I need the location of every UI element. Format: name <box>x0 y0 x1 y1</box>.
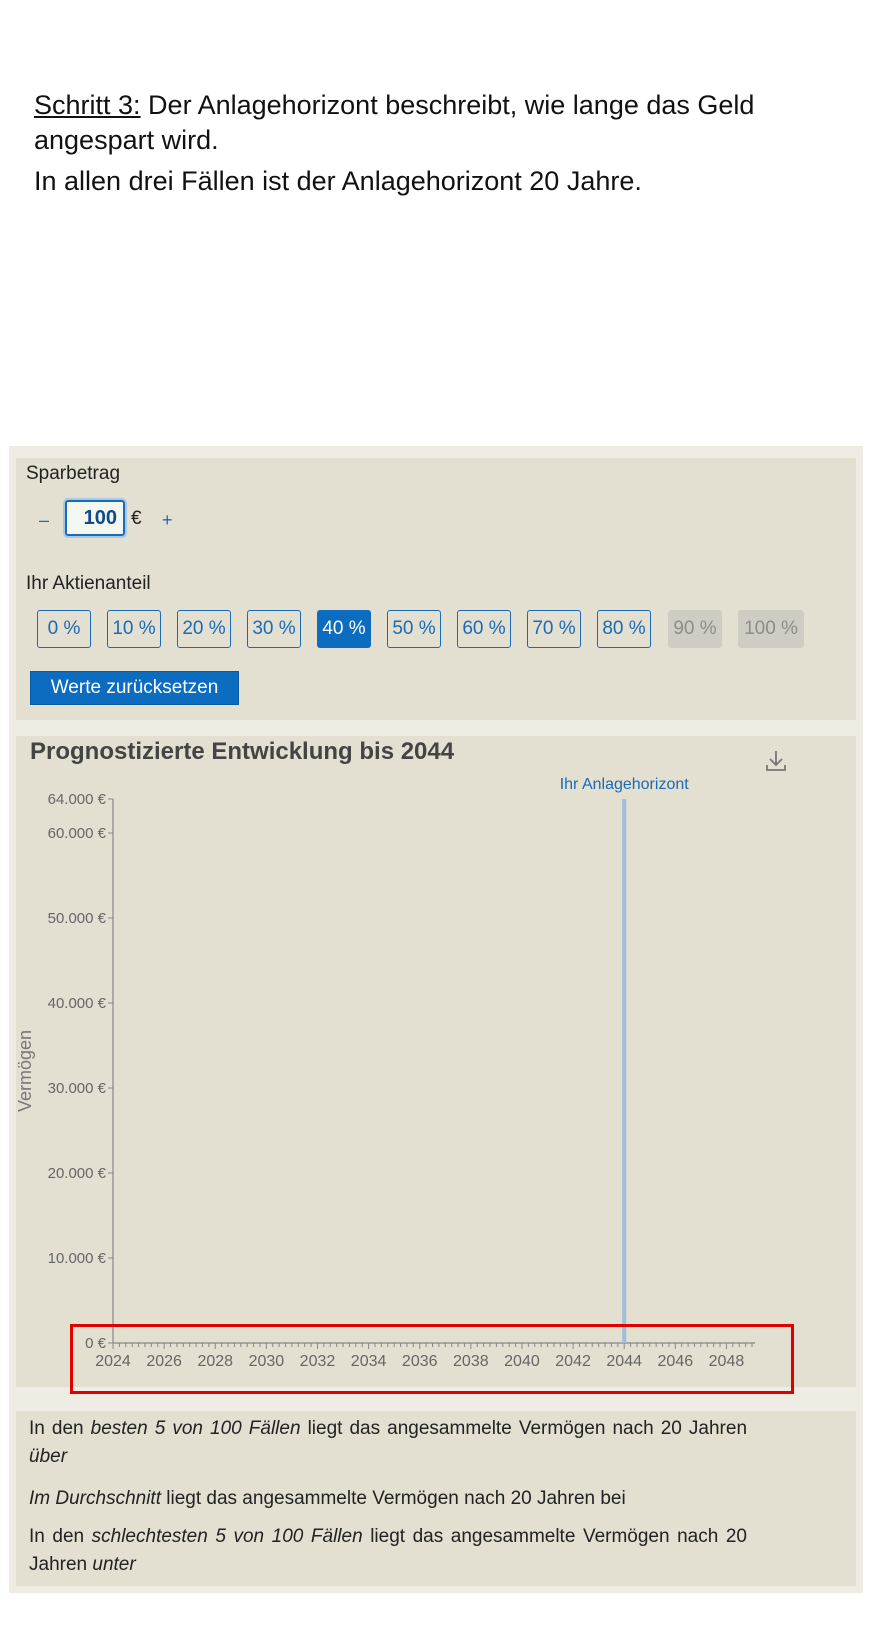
download-icon[interactable] <box>763 748 789 774</box>
chart-title: Prognostizierte Entwicklung bis 2044 <box>30 738 455 765</box>
chart-section <box>16 736 856 1387</box>
result-average-emphasis: Im Durchschnitt <box>29 1488 161 1509</box>
step-text: Der Anlagehorizont beschreibt, wie lange… <box>34 90 755 155</box>
share-option-60[interactable]: 60 % <box>457 610 511 648</box>
share-option-20[interactable]: 20 % <box>177 610 231 648</box>
intro-line-2: In allen drei Fällen ist der Anlagehoriz… <box>34 166 642 196</box>
result-best-emphasis: besten 5 von 100 Fällen <box>90 1418 301 1439</box>
step-label: Schritt 3: <box>34 90 141 120</box>
result-worst-end: unter <box>92 1554 136 1575</box>
share-option-80[interactable]: 80 % <box>597 610 651 648</box>
share-option-10[interactable]: 10 % <box>107 610 161 648</box>
increase-button[interactable]: + <box>162 510 173 531</box>
result-worst: In den schlechtesten 5 von 100 Fällen li… <box>29 1526 747 1575</box>
share-label: Ihr Aktienanteil <box>26 573 151 594</box>
share-option-40[interactable]: 40 % <box>317 610 371 648</box>
savings-amount-input[interactable]: 100 <box>63 498 127 538</box>
savings-label: Sparbetrag <box>26 463 121 484</box>
currency-symbol: € <box>131 508 142 529</box>
share-option-0[interactable]: 0 % <box>37 610 91 648</box>
share-option-30[interactable]: 30 % <box>247 610 301 648</box>
result-best-end: über <box>29 1446 68 1467</box>
share-option-70[interactable]: 70 % <box>527 610 581 648</box>
reset-button[interactable]: Werte zurücksetzen <box>30 671 239 705</box>
result-worst-emphasis: schlechtesten 5 von 100 Fällen <box>91 1526 363 1547</box>
share-option-100: 100 % <box>738 610 804 648</box>
result-average: Im Durchschnitt liegt das angesammelte V… <box>29 1488 626 1509</box>
share-option-90: 90 % <box>668 610 722 648</box>
share-option-50[interactable]: 50 % <box>387 610 441 648</box>
result-best: In den besten 5 von 100 Fällen liegt das… <box>29 1418 748 1467</box>
intro-text: Schritt 3: Der Anlagehorizont beschreibt… <box>34 88 834 199</box>
decrease-button[interactable]: – <box>39 510 49 531</box>
x-axis-highlight-box <box>70 1324 794 1394</box>
